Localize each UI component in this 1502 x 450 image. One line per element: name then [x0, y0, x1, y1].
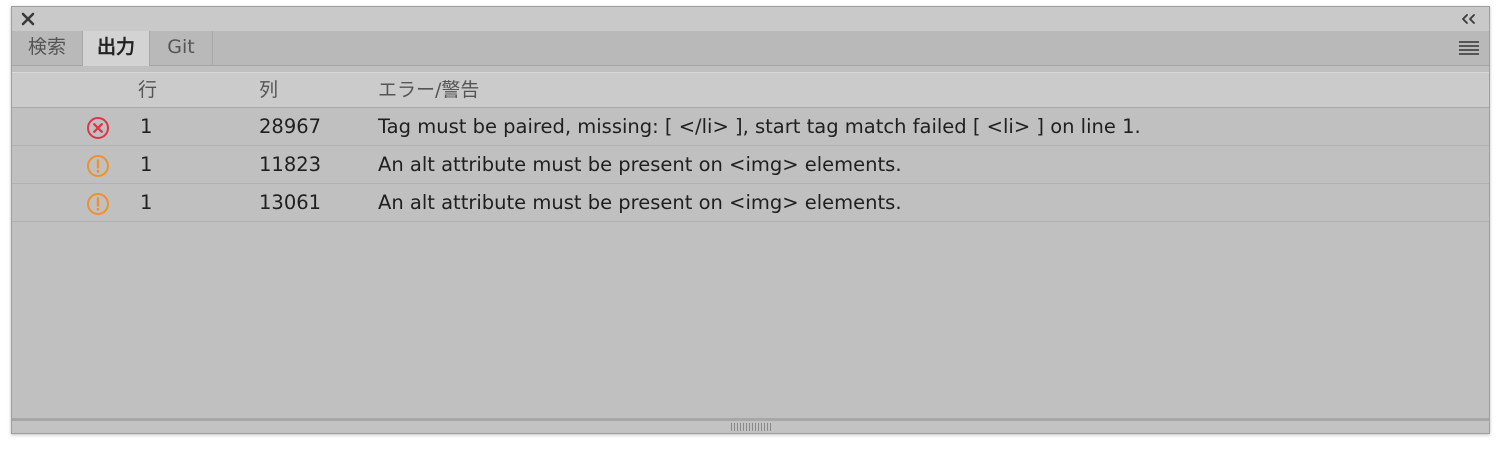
row-message: An alt attribute must be present on <img… — [378, 153, 902, 176]
row-message: Tag must be paired, missing: [ </li> ], … — [378, 115, 1141, 138]
hamburger-menu-icon[interactable] — [1459, 41, 1479, 55]
table-header: 行 列 エラー/警告 — [12, 72, 1489, 108]
row-column: 11823 — [259, 153, 322, 176]
row-line: 1 — [140, 191, 153, 214]
output-panel: 検索 出力 Git 行 列 エラー/警告 1 28967 Tag must be… — [11, 6, 1490, 434]
row-message: An alt attribute must be present on <img… — [378, 191, 902, 214]
error-icon — [87, 117, 109, 139]
header-message[interactable]: エラー/警告 — [378, 73, 479, 107]
panel-titlebar — [12, 7, 1489, 31]
resize-bar — [12, 418, 1489, 433]
close-icon[interactable] — [21, 12, 35, 26]
header-column[interactable]: 列 — [259, 73, 278, 107]
row-column: 28967 — [259, 115, 322, 138]
resize-handle[interactable] — [731, 423, 771, 431]
row-line: 1 — [140, 153, 153, 176]
header-line[interactable]: 行 — [138, 73, 157, 107]
panel-tabbar: 検索 出力 Git — [12, 31, 1489, 66]
table-row[interactable]: 1 11823 An alt attribute must be present… — [12, 146, 1489, 184]
table-row[interactable]: 1 13061 An alt attribute must be present… — [12, 184, 1489, 222]
row-column: 13061 — [259, 191, 322, 214]
tab-output[interactable]: 出力 — [83, 31, 150, 66]
table-row[interactable]: 1 28967 Tag must be paired, missing: [ <… — [12, 108, 1489, 146]
row-line: 1 — [140, 115, 153, 138]
tab-git[interactable]: Git — [150, 31, 213, 66]
warning-icon — [87, 193, 109, 215]
double-chevron-left-icon[interactable] — [1461, 12, 1477, 26]
tab-search[interactable]: 検索 — [12, 31, 83, 66]
warning-icon — [87, 155, 109, 177]
